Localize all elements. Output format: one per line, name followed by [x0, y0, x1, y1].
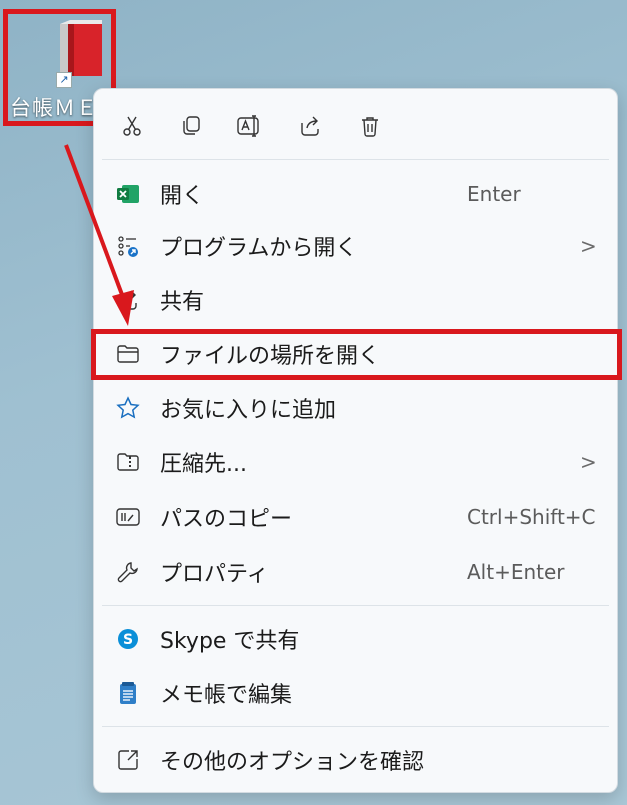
annotation-arrow — [64, 144, 134, 326]
